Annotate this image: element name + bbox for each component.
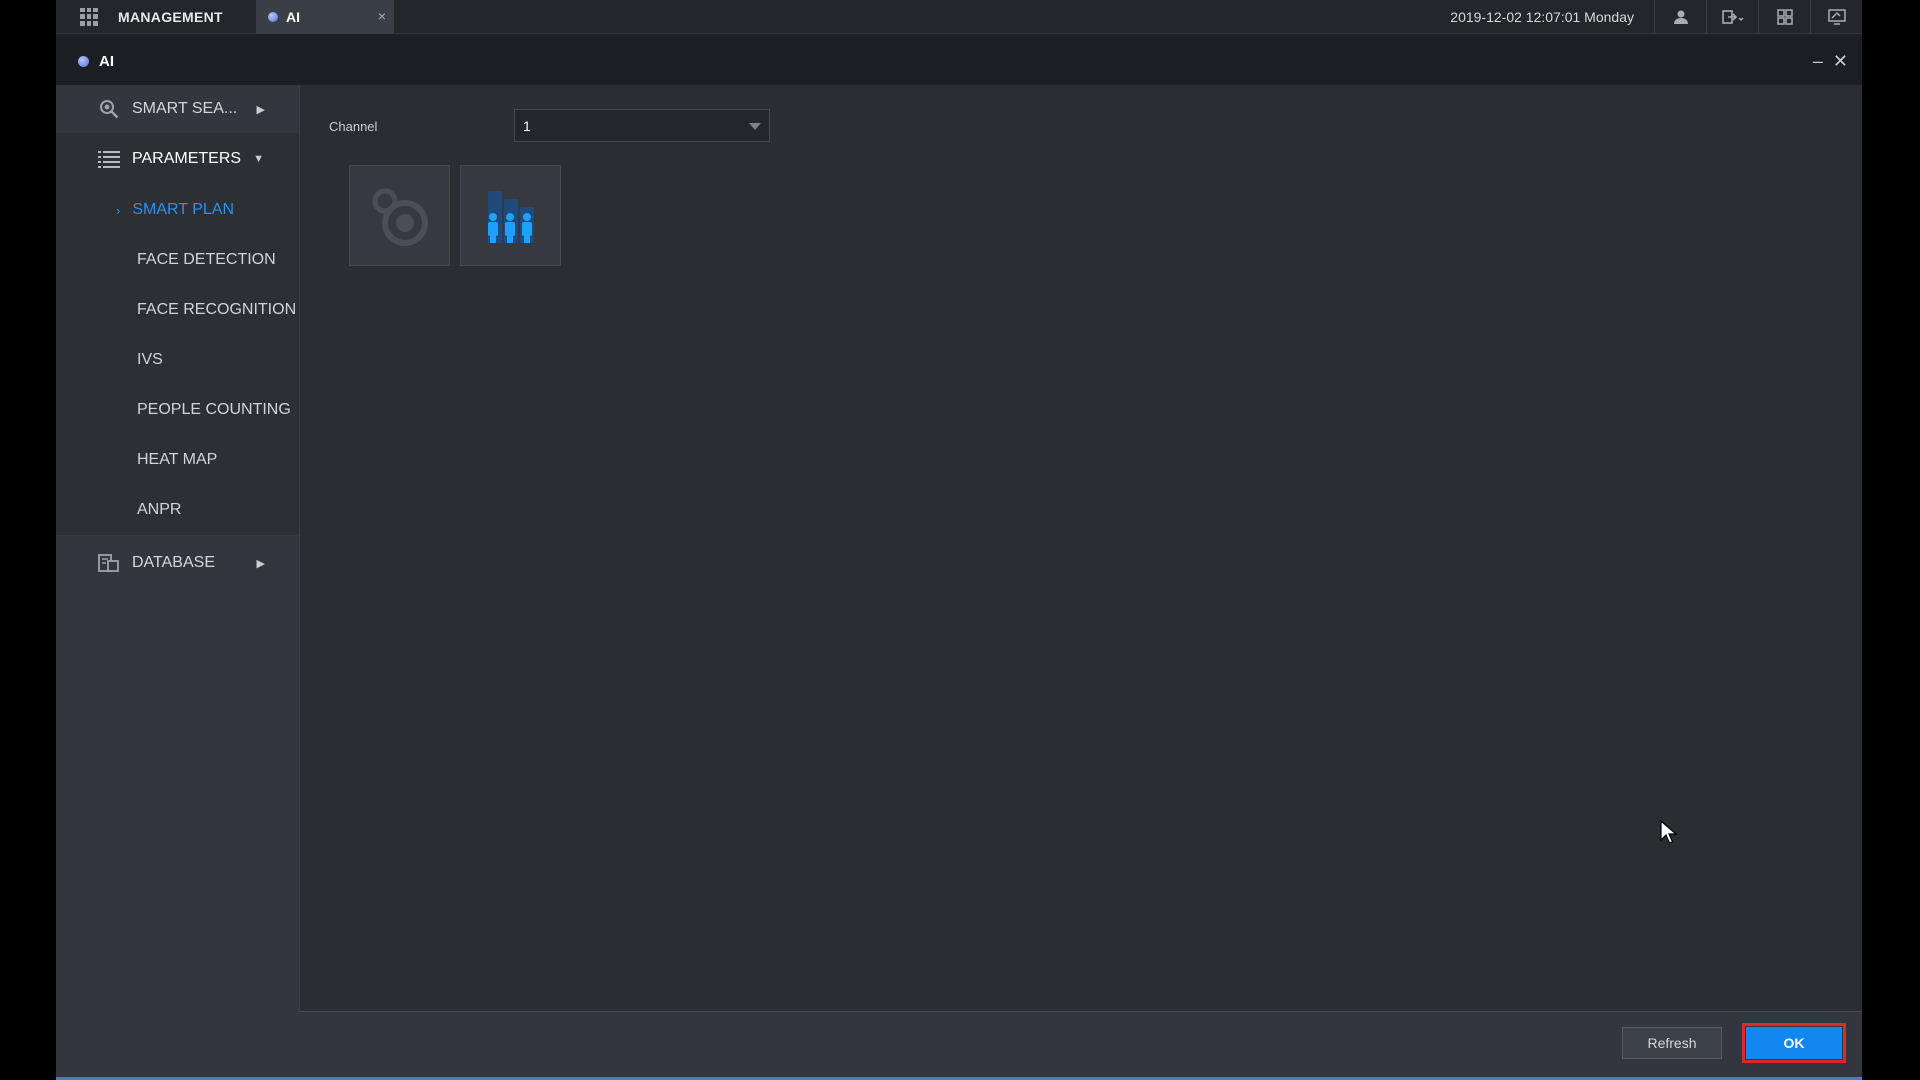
top-bar-right: 2019-12-02 12:07:01 Monday [1450, 0, 1862, 34]
channel-select[interactable]: 1 [514, 109, 770, 142]
channel-value: 1 [523, 117, 531, 134]
sidebar-item-smart-plan[interactable]: › SMART PLAN [56, 185, 299, 235]
sidebar-item-ivs[interactable]: IVS [56, 335, 299, 385]
list-icon [98, 148, 120, 170]
sidebar: SMART SEA... ▶ PARAMETERS ▼ › SMART PLAN… [56, 85, 299, 1080]
datetime: 2019-12-02 12:07:01 Monday [1450, 8, 1634, 25]
sidebar-item-face-detection[interactable]: FACE DETECTION [56, 235, 299, 285]
grid-menu-icon [80, 7, 98, 26]
sidebar-item-label: PEOPLE COUNTING [137, 401, 291, 418]
layout-icon[interactable] [1758, 0, 1810, 34]
magnifier-icon [98, 98, 120, 120]
sidebar-item-people-counting[interactable]: PEOPLE COUNTING [56, 385, 299, 435]
ok-button[interactable]: OK [1746, 1027, 1842, 1059]
sidebar-item-smart-search[interactable]: SMART SEA... ▶ [56, 85, 299, 133]
top-bar: MANAGEMENT AI × 2019-12-02 12:07:01 Mond… [56, 0, 1862, 34]
management-label: MANAGEMENT [118, 8, 223, 25]
user-icon[interactable] [1654, 0, 1706, 34]
management-menu[interactable]: MANAGEMENT [56, 0, 256, 34]
ok-button-highlight: OK [1742, 1023, 1846, 1063]
chevron-right-icon: › [116, 202, 121, 218]
smart-plan-camera[interactable] [349, 165, 450, 266]
database-icon [98, 552, 120, 574]
logout-icon[interactable] [1706, 0, 1758, 34]
sidebar-item-parameters[interactable]: PARAMETERS ▼ [56, 133, 299, 185]
sidebar-item-heat-map[interactable]: HEAT MAP [56, 435, 299, 485]
main-content: Channel 1 [299, 85, 1862, 1011]
caret-right-icon: ▶ [256, 103, 265, 116]
tab-close-icon[interactable]: × [378, 8, 386, 24]
sidebar-item-anpr[interactable]: ANPR [56, 485, 299, 535]
sidebar-item-label: SMART PLAN [132, 201, 235, 218]
close-icon[interactable]: ✕ [1833, 51, 1848, 72]
ai-dot-icon [268, 11, 278, 22]
smart-search-label: SMART SEA... [132, 100, 238, 117]
caret-right-icon: ▶ [256, 557, 265, 570]
footer-bar: Refresh OK [299, 1011, 1862, 1077]
app-frame: MANAGEMENT AI × 2019-12-02 12:07:01 Mond… [56, 0, 1862, 1080]
caret-down-icon: ▼ [253, 153, 264, 165]
chevron-down-icon [749, 123, 761, 130]
monitor-icon[interactable] [1810, 0, 1862, 34]
refresh-button[interactable]: Refresh [1622, 1027, 1722, 1059]
sidebar-item-face-recognition[interactable]: FACE RECOGNITION [56, 285, 299, 335]
window-title: AI [99, 52, 114, 70]
database-label: DATABASE [132, 554, 215, 571]
window-controls: – ✕ [1813, 51, 1848, 72]
tab-ai-label: AI [286, 8, 300, 25]
mouse-cursor-icon [1660, 820, 1678, 844]
parameters-label: PARAMETERS [132, 150, 242, 167]
channel-label: Channel [329, 119, 378, 134]
ai-dot-icon [78, 55, 89, 67]
minimize-icon[interactable]: – [1813, 51, 1823, 72]
sidebar-item-label: HEAT MAP [137, 451, 218, 468]
camera-lens-icon [372, 188, 428, 246]
sidebar-item-label: FACE DETECTION [137, 251, 276, 268]
sidebar-item-database[interactable]: DATABASE ▶ [56, 539, 299, 587]
sidebar-item-label: IVS [137, 351, 163, 368]
smart-plan-people-counting[interactable] [460, 165, 561, 266]
window-header: AI – ✕ [56, 37, 1862, 85]
sidebar-item-label: ANPR [137, 501, 182, 518]
tab-ai[interactable]: AI × [256, 0, 394, 34]
people-counting-icon [487, 190, 534, 243]
sidebar-item-label: FACE RECOGNITION [137, 301, 297, 318]
